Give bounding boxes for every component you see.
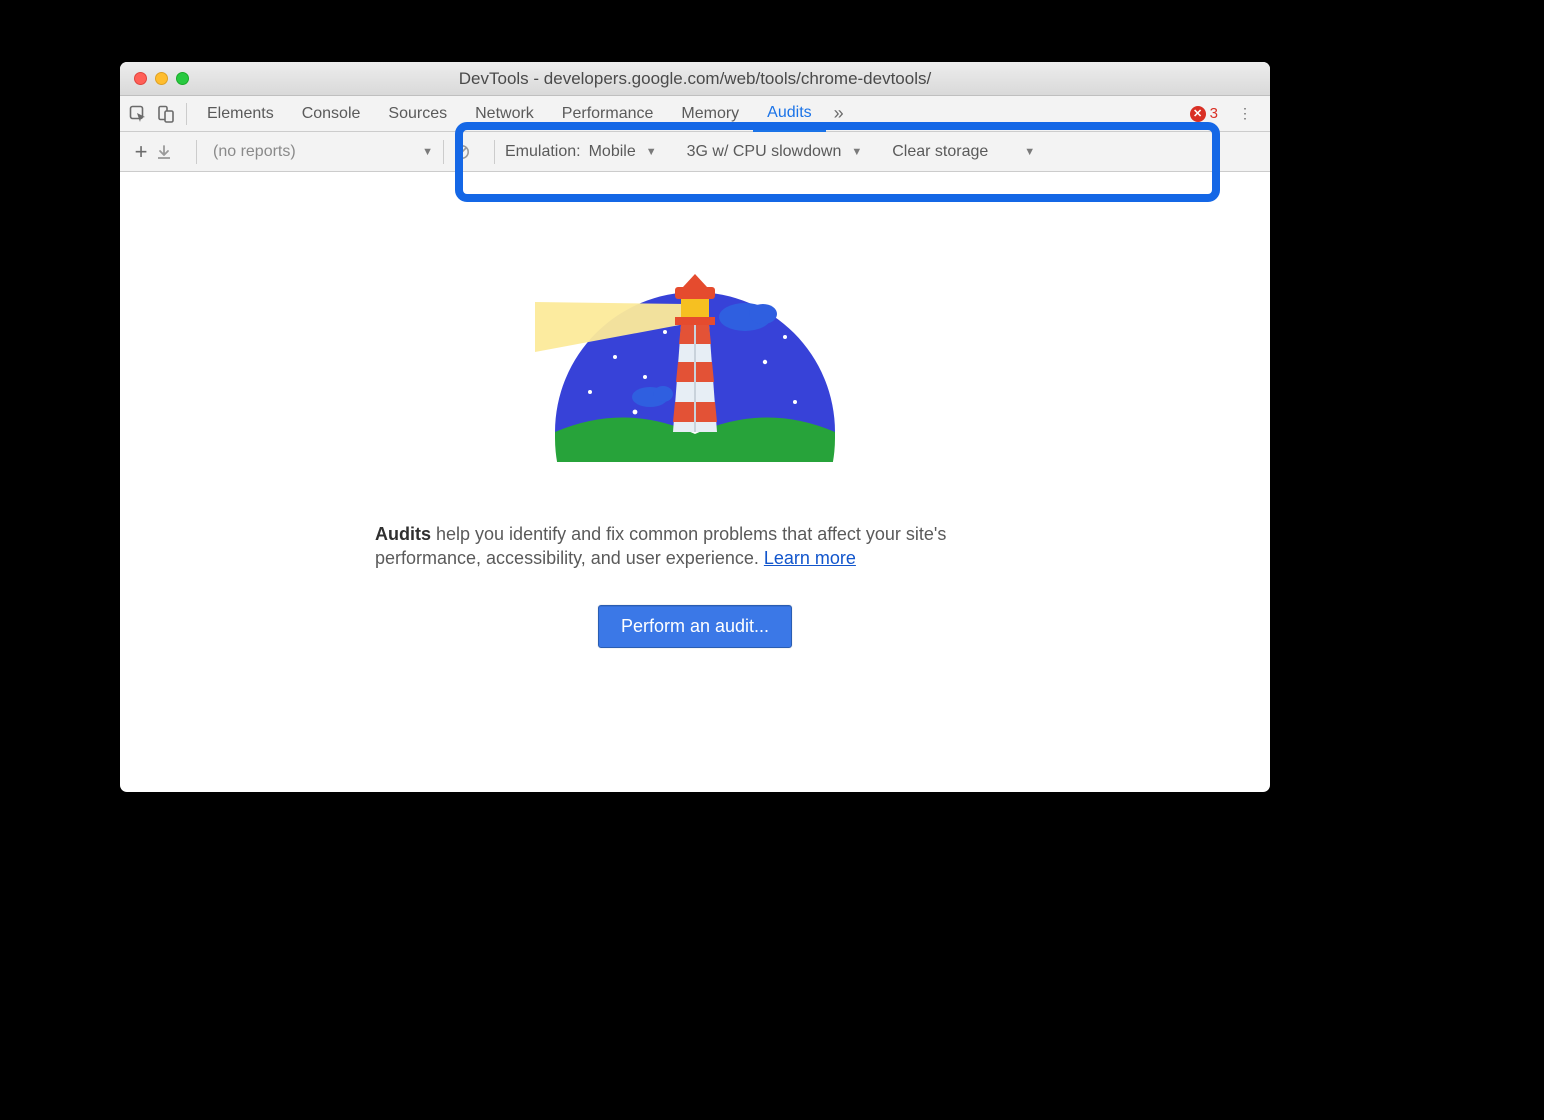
clear-icon[interactable] — [454, 144, 484, 160]
throttle-value: 3G w/ CPU slowdown — [687, 143, 842, 161]
divider — [196, 140, 197, 164]
throttle-dropdown[interactable]: 3G w/ CPU slowdown ▼ — [687, 143, 863, 161]
lighthouse-illustration — [535, 262, 855, 462]
tab-memory[interactable]: Memory — [667, 96, 753, 132]
tab-console[interactable]: Console — [288, 96, 375, 132]
tabs-overflow-icon[interactable]: » — [826, 103, 852, 124]
more-menu-icon[interactable]: ⋮ — [1226, 105, 1266, 122]
storage-dropdown[interactable]: Clear storage ▼ — [892, 143, 1035, 161]
chevron-down-icon: ▼ — [851, 146, 862, 158]
devtools-tabs: Elements Console Sources Network Perform… — [120, 96, 1270, 132]
desc-bold: Audits — [375, 524, 431, 544]
tab-performance[interactable]: Performance — [548, 96, 668, 132]
tab-sources[interactable]: Sources — [374, 96, 461, 132]
error-badge[interactable]: ✕ 3 — [1182, 105, 1226, 122]
audits-toolbar: + (no reports) ▼ Emulation: Mobile ▼ 3G … — [120, 132, 1270, 172]
storage-value: Clear storage — [892, 143, 988, 161]
chevron-down-icon: ▼ — [422, 146, 433, 158]
chevron-down-icon: ▼ — [1024, 146, 1035, 158]
divider — [494, 140, 495, 164]
desc-text: help you identify and fix common problem… — [375, 524, 946, 568]
reports-dropdown[interactable]: (no reports) ▼ — [213, 143, 433, 161]
tab-network[interactable]: Network — [461, 96, 548, 132]
devtools-window: DevTools - developers.google.com/web/too… — [120, 62, 1270, 792]
download-icon[interactable] — [156, 144, 186, 160]
inspect-icon[interactable] — [124, 105, 152, 123]
reports-label: (no reports) — [213, 143, 296, 161]
divider — [443, 140, 444, 164]
window-title: DevTools - developers.google.com/web/too… — [120, 69, 1270, 89]
error-icon: ✕ — [1190, 106, 1206, 122]
divider — [186, 103, 187, 125]
learn-more-link[interactable]: Learn more — [764, 548, 856, 568]
emulation-group: Emulation: Mobile ▼ 3G w/ CPU slowdown ▼… — [505, 143, 1035, 161]
perform-audit-button[interactable]: Perform an audit... — [598, 605, 792, 648]
titlebar: DevTools - developers.google.com/web/too… — [120, 62, 1270, 96]
emulation-label: Emulation: — [505, 143, 581, 161]
error-count: 3 — [1210, 105, 1218, 122]
new-audit-icon[interactable]: + — [126, 139, 156, 165]
audits-description: Audits help you identify and fix common … — [375, 522, 1015, 571]
tab-elements[interactable]: Elements — [193, 96, 288, 132]
chevron-down-icon: ▼ — [646, 146, 657, 158]
device-toggle-icon[interactable] — [152, 105, 180, 123]
tab-audits[interactable]: Audits — [753, 96, 825, 132]
emulation-value: Mobile — [589, 143, 636, 161]
emulation-dropdown[interactable]: Mobile ▼ — [589, 143, 657, 161]
audits-landing: Audits help you identify and fix common … — [120, 172, 1270, 792]
